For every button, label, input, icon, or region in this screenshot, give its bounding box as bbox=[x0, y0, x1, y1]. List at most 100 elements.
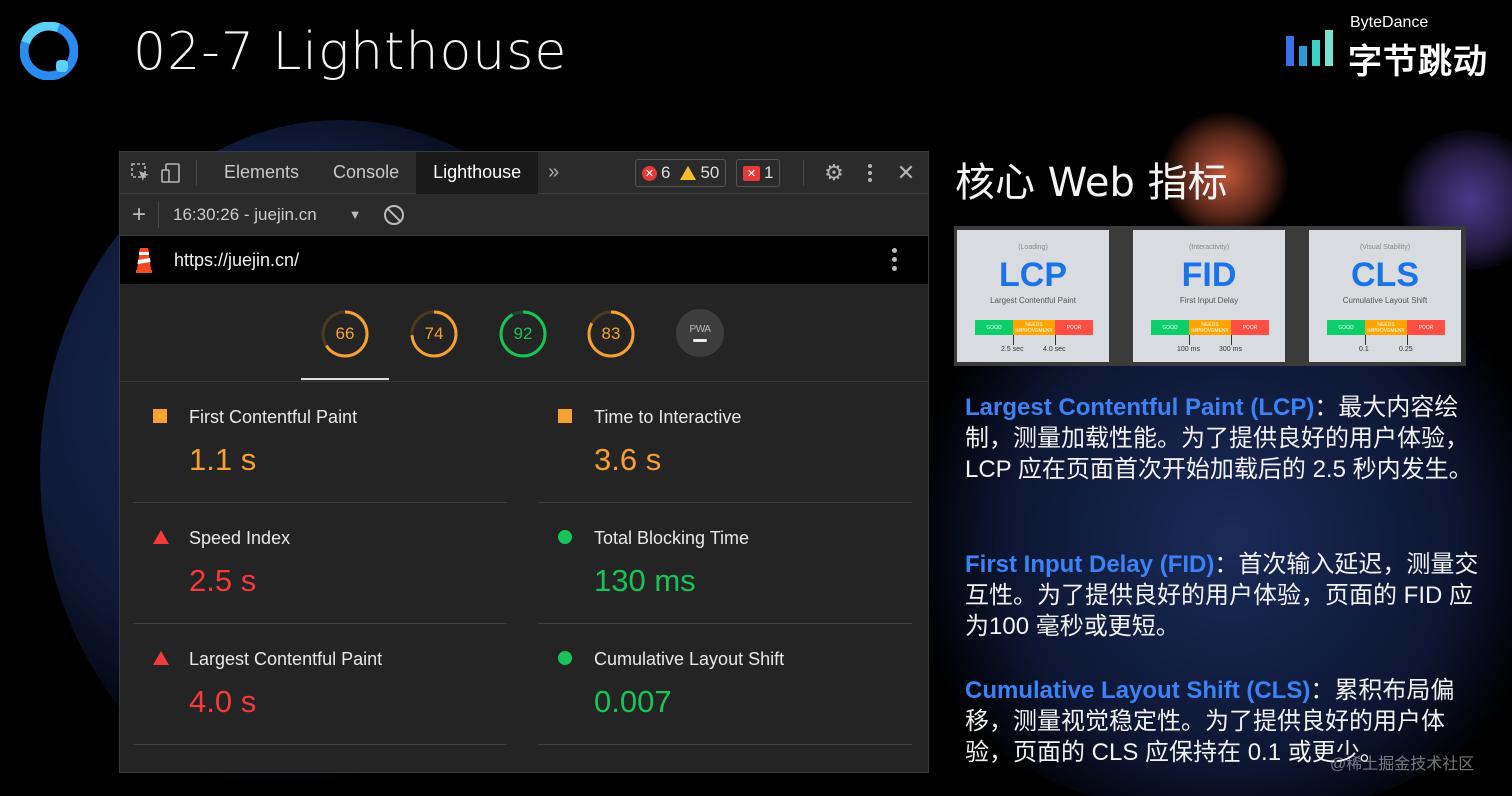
metric-value: 1.1 s bbox=[189, 442, 257, 477]
customize-menu-icon[interactable] bbox=[852, 164, 888, 182]
issues-icon: ✕ bbox=[743, 165, 760, 181]
threshold-tick bbox=[1407, 335, 1408, 345]
tab-elements[interactable]: Elements bbox=[207, 152, 316, 194]
metric-label: First Contentful Paint bbox=[189, 407, 358, 427]
card-name: First Input Delay bbox=[1179, 296, 1239, 305]
score-gauge-performance[interactable]: 66 bbox=[320, 309, 370, 359]
issue-count: 1 bbox=[764, 163, 774, 182]
scale-needs-improvement: NEEDS IMPROVEMENT bbox=[1189, 320, 1231, 335]
error-icon: ✕ bbox=[642, 165, 657, 181]
cwv-card-lcp: (Loading) LCP Largest Contentful Paint G… bbox=[957, 230, 1109, 362]
score-value: 83 bbox=[601, 324, 621, 343]
tab-lighthouse[interactable]: Lighthouse bbox=[416, 151, 539, 194]
close-icon[interactable]: ✕ bbox=[888, 160, 924, 186]
report-url: https://juejin.cn/ bbox=[174, 249, 300, 270]
pass-circle-icon bbox=[558, 651, 572, 665]
score-gauge-accessibility[interactable]: 74 bbox=[409, 309, 459, 359]
threshold-scale: GOOD NEEDS IMPROVEMENT POOR bbox=[1327, 320, 1445, 335]
scale-needs-improvement: NEEDS IMPROVEMENT bbox=[1013, 320, 1055, 335]
warning-icon bbox=[680, 166, 697, 180]
threshold-tick bbox=[1231, 335, 1232, 345]
average-square-icon bbox=[558, 409, 572, 423]
metric-total-blocking-time: Total Blocking Time 130 ms bbox=[538, 503, 912, 624]
lighthouse-icon bbox=[136, 248, 152, 273]
metric-speed-index: Speed Index 2.5 s bbox=[133, 503, 507, 624]
pwa-label: PWA bbox=[689, 324, 711, 335]
divider bbox=[158, 201, 159, 228]
cwv-heading: 核心 Web 指标 bbox=[955, 160, 1228, 206]
card-category: (Visual Stability) bbox=[1359, 244, 1411, 251]
threshold-tick bbox=[1055, 335, 1056, 345]
score-value: 66 bbox=[335, 324, 355, 343]
metric-cumulative-layout-shift: Cumulative Layout Shift 0.007 bbox=[538, 624, 912, 745]
metric-value: 4.0 s bbox=[189, 684, 257, 719]
metric-label: Largest Contentful Paint bbox=[189, 649, 383, 669]
console-counts[interactable]: ✕ 6 50 bbox=[635, 159, 727, 187]
card-abbr: FID bbox=[1181, 256, 1237, 294]
metrics-grid: First Contentful Paint 1.1 s Time to Int… bbox=[120, 382, 928, 772]
card-abbr: CLS bbox=[1351, 256, 1419, 294]
threshold-poor: 4.0 sec bbox=[1043, 346, 1066, 353]
brand-name-cn: 字节跳动 bbox=[1348, 43, 1488, 81]
metric-first-contentful-paint: First Contentful Paint 1.1 s bbox=[133, 382, 507, 503]
fid-term: First Input Delay (FID) bbox=[965, 551, 1215, 578]
scale-poor: POOR bbox=[1231, 320, 1269, 335]
metric-value: 130 ms bbox=[594, 563, 696, 598]
lighthouse-toolbar: + 16:30:26 - juejin.cn ▼ bbox=[120, 194, 928, 236]
scale-poor: POOR bbox=[1055, 320, 1093, 335]
bytedance-logo: ByteDance 字节跳动 bbox=[1286, 14, 1496, 81]
course-logo-icon bbox=[20, 22, 78, 80]
threshold-tick bbox=[1365, 335, 1366, 345]
metric-label: Speed Index bbox=[189, 528, 291, 548]
score-value: 92 bbox=[513, 324, 533, 343]
score-value: 74 bbox=[424, 324, 444, 343]
average-square-icon bbox=[153, 409, 167, 423]
card-category: (Loading) bbox=[1018, 244, 1048, 251]
tab-console[interactable]: Console bbox=[316, 152, 416, 194]
fail-triangle-icon bbox=[153, 530, 169, 544]
clear-reports-icon[interactable] bbox=[383, 204, 404, 225]
warning-count: 50 bbox=[700, 163, 720, 182]
metric-time-to-interactive: Time to Interactive 3.6 s bbox=[538, 382, 912, 503]
more-tabs-icon[interactable]: » bbox=[548, 161, 559, 184]
issues-count[interactable]: ✕ 1 bbox=[736, 159, 781, 187]
inspect-element-icon[interactable] bbox=[126, 158, 156, 188]
active-gauge-indicator bbox=[301, 378, 389, 380]
card-name: Largest Contentful Paint bbox=[990, 296, 1076, 305]
brand-name-en: ByteDance bbox=[1350, 14, 1429, 31]
divider bbox=[803, 160, 804, 186]
cwv-card-cls: (Visual Stability) CLS Cumulative Layout… bbox=[1309, 230, 1461, 362]
cls-term: Cumulative Layout Shift (CLS) bbox=[965, 677, 1311, 704]
threshold-poor: 300 ms bbox=[1219, 346, 1242, 353]
threshold-tick bbox=[1013, 335, 1014, 345]
card-category: (Interactivity) bbox=[1188, 244, 1230, 251]
card-abbr: LCP bbox=[999, 256, 1067, 294]
score-gauge-best-practices[interactable]: 92 bbox=[498, 309, 548, 359]
pwa-badge[interactable]: PWA bbox=[676, 309, 724, 357]
scale-good: GOOD bbox=[1151, 320, 1189, 335]
pwa-dash-icon bbox=[693, 339, 707, 342]
report-selector[interactable]: 16:30:26 - juejin.cn bbox=[173, 205, 317, 225]
cwv-card-fid: (Interactivity) FID First Input Delay GO… bbox=[1133, 230, 1285, 362]
source-watermark: @稀土掘金技术社区 bbox=[1330, 756, 1475, 773]
divider bbox=[196, 159, 197, 186]
metric-label: Total Blocking Time bbox=[594, 528, 750, 548]
fail-triangle-icon bbox=[153, 651, 169, 665]
report-menu-icon[interactable] bbox=[892, 248, 898, 271]
scale-good: GOOD bbox=[975, 320, 1013, 335]
metric-value: 3.6 s bbox=[594, 442, 662, 477]
device-toolbar-icon[interactable] bbox=[156, 158, 186, 188]
scale-needs-improvement: NEEDS IMPROVEMENT bbox=[1365, 320, 1407, 335]
scale-poor: POOR bbox=[1407, 320, 1445, 335]
lcp-description: Largest Contentful Paint (LCP)：最大内容绘制，测量… bbox=[965, 392, 1485, 485]
slide-title: 02-7 Lighthouse bbox=[133, 22, 568, 82]
metric-value: 0.007 bbox=[594, 684, 672, 719]
fid-description: First Input Delay (FID)：首次输入延迟，测量交互性。为了提… bbox=[965, 549, 1485, 642]
new-report-icon[interactable]: + bbox=[120, 201, 158, 229]
settings-gear-icon[interactable]: ⚙ bbox=[816, 160, 852, 186]
bytedance-bars-icon bbox=[1286, 30, 1333, 66]
chevron-down-icon[interactable]: ▼ bbox=[349, 207, 362, 222]
devtools-right-controls: ⚙ ✕ bbox=[791, 152, 928, 194]
score-gauge-seo[interactable]: 83 bbox=[586, 309, 636, 359]
devtools-panel: Elements Console Lighthouse » ✕ 6 50 ✕ 1… bbox=[119, 151, 929, 773]
